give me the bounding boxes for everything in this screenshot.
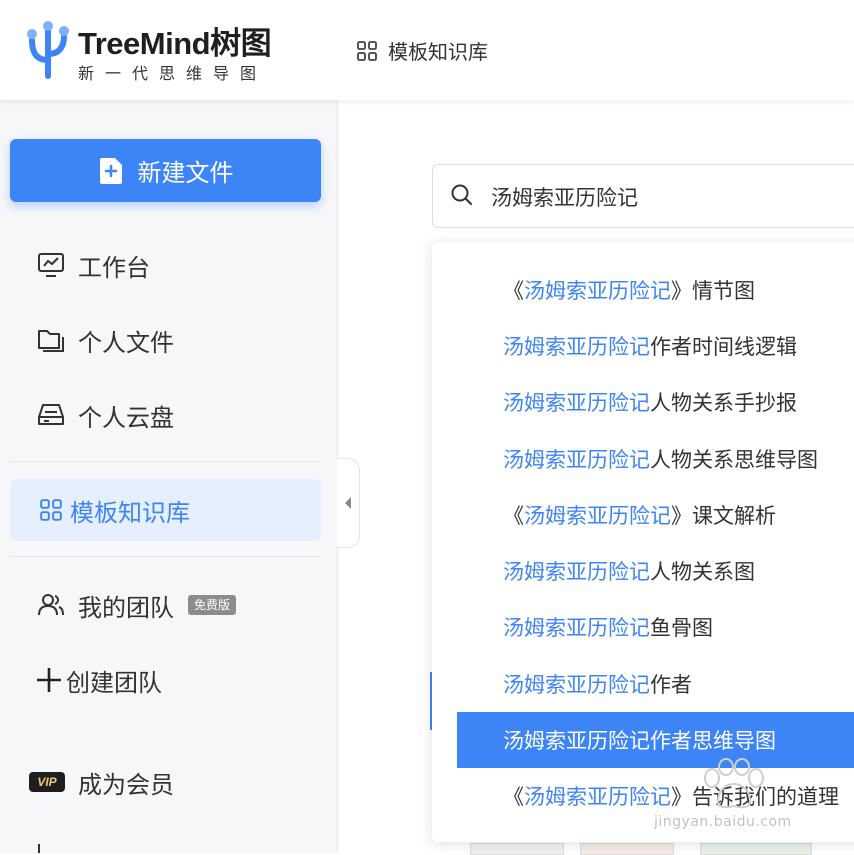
sidebar-item-label: 成为会员: [78, 770, 174, 799]
suggestion-item-highlighted[interactable]: 汤姆索亚历险记作者思维导图: [457, 712, 854, 768]
sidebar-item-label: 工作台: [78, 253, 150, 282]
suggestion-suffix: 》告诉我们的道理: [671, 785, 839, 809]
suggestion-item[interactable]: 汤姆索亚历险记人物关系思维导图: [457, 431, 854, 487]
header-nav-label: 模板知识库: [388, 40, 488, 64]
sidebar-collapse-toggle[interactable]: [337, 458, 360, 548]
search-suggestions-dropdown: 《汤姆索亚历险记》情节图 汤姆索亚历险记作者时间线逻辑 汤姆索亚历险记人物关系手…: [432, 242, 854, 842]
monitor-icon: [36, 250, 66, 280]
sidebar-item-template-library[interactable]: 模板知识库: [10, 479, 321, 541]
free-plan-badge: 免费版: [188, 595, 237, 615]
suggestion-highlight: 汤姆索亚历险记: [524, 785, 671, 809]
suggestion-suffix: 》课文解析: [671, 504, 776, 528]
suggestion-item[interactable]: 汤姆索亚历险记人物关系手抄报: [457, 374, 854, 430]
vip-badge: VIP: [29, 772, 65, 792]
sidebar-item-workbench[interactable]: 工作台: [10, 234, 321, 296]
suggestion-item[interactable]: 汤姆索亚历险记作者时间线逻辑: [457, 318, 854, 374]
vip-icon: VIP: [28, 767, 66, 797]
suggestion-highlight: 汤姆索亚历险记: [503, 335, 650, 359]
sidebar-item-label: 模板知识库: [70, 498, 190, 527]
suggestion-suffix: 人物关系思维导图: [650, 448, 818, 472]
grid-icon: [357, 40, 377, 61]
suggestion-suffix: 人物关系手抄报: [650, 391, 797, 415]
suggestion-highlight: 汤姆索亚历险记: [503, 616, 650, 640]
folder-icon: [36, 325, 66, 355]
grid-icon: [36, 495, 66, 525]
suggestion-item[interactable]: 《汤姆索亚历险记》课文解析: [457, 487, 854, 543]
search-input[interactable]: [489, 179, 854, 215]
new-file-icon: [99, 157, 122, 184]
plus-icon: [34, 665, 64, 695]
sidebar-item-cloud-drive[interactable]: 个人云盘: [10, 384, 321, 446]
top-header: TreeMind树图 新一代思维导图 模板知识库: [0, 0, 854, 100]
cloud-drive-icon: [36, 400, 66, 430]
suggestion-suffix: 作者时间线逻辑: [650, 335, 797, 359]
sidebar-item-become-member[interactable]: VIP 成为会员: [10, 751, 321, 813]
caret-left-icon: [345, 497, 351, 509]
suggestion-item[interactable]: 《汤姆索亚历险记》告诉我们的道理: [457, 768, 854, 824]
new-file-label: 新建文件: [137, 159, 234, 187]
template-search-box[interactable]: [432, 164, 854, 228]
sidebar-item-label: 我的团队: [78, 593, 174, 622]
sidebar-item-label: 个人云盘: [78, 403, 174, 432]
sidebar-item-create-team[interactable]: 创建团队: [10, 649, 321, 711]
sidebar-item-my-team[interactable]: 我的团队 免费版: [10, 574, 321, 636]
suggestion-highlight: 汤姆索亚历险记: [524, 504, 671, 528]
sidebar-divider: [10, 556, 321, 557]
suggestion-highlight: 汤姆索亚历险记: [503, 391, 650, 415]
suggestion-suffix: 作者: [650, 673, 692, 697]
suggestion-prefix: 《: [503, 504, 524, 528]
new-file-button[interactable]: 新建文件: [10, 139, 321, 202]
search-icon: [451, 184, 472, 205]
suggestion-highlight: 汤姆索亚历险记: [503, 673, 650, 697]
sidebar-item-label: 创建团队: [66, 668, 162, 697]
suggestion-item[interactable]: 《汤姆索亚历险记》情节图: [457, 262, 854, 318]
treemind-logo-icon[interactable]: [24, 20, 72, 80]
header-nav-template-library[interactable]: 模板知识库: [356, 36, 488, 65]
suggestion-highlight: 汤姆索亚历险记: [503, 560, 650, 584]
sidebar-item-label: 个人文件: [78, 328, 174, 357]
sidebar-divider: [10, 461, 321, 462]
team-icon: [36, 590, 66, 620]
template-thumbnails-partial[interactable]: [470, 843, 854, 855]
suggestion-prefix: 《: [503, 279, 524, 303]
sidebar-next-item-partial[interactable]: [36, 844, 196, 853]
suggestion-highlight: 汤姆索亚历险记: [503, 729, 650, 753]
sidebar-item-personal-files[interactable]: 个人文件: [10, 309, 321, 371]
brand-tagline: 新一代思维导图: [78, 64, 268, 83]
suggestion-item[interactable]: 汤姆索亚历险记作者: [457, 656, 854, 712]
suggestion-item[interactable]: 汤姆索亚历险记人物关系图: [457, 543, 854, 599]
suggestion-suffix: 》情节图: [671, 279, 755, 303]
suggestion-highlight: 汤姆索亚历险记: [503, 448, 650, 472]
suggestion-suffix: 鱼骨图: [650, 616, 713, 640]
suggestion-suffix: 人物关系图: [650, 560, 755, 584]
suggestion-highlight: 汤姆索亚历险记: [524, 279, 671, 303]
brand-name[interactable]: TreeMind树图: [78, 18, 272, 63]
sidebar: 新建文件 工作台 个人文件 个人云盘 模板知识库 我的团队 免费版 创建团队 V…: [0, 100, 338, 853]
suggestion-suffix: 作者思维导图: [650, 729, 776, 753]
suggestion-item[interactable]: 汤姆索亚历险记鱼骨图: [457, 599, 854, 655]
suggestion-prefix: 《: [503, 785, 524, 809]
